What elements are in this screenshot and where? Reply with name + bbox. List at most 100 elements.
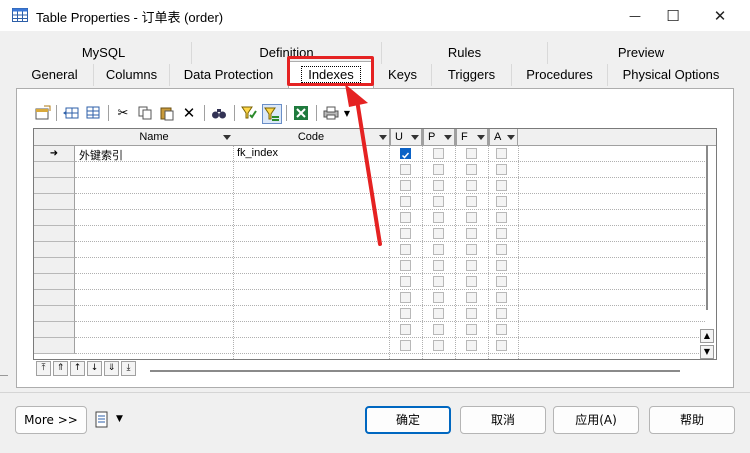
tab-columns[interactable]: Columns [94, 64, 170, 86]
table-row[interactable] [75, 210, 705, 226]
column-header-code[interactable]: Code [233, 129, 390, 146]
alternate-checkbox[interactable] [496, 148, 507, 159]
row-checkbox[interactable] [433, 228, 444, 239]
row-checkbox[interactable] [433, 212, 444, 223]
index-name-cell[interactable]: 外键索引 [79, 147, 123, 163]
chevron-down-icon[interactable] [507, 135, 515, 140]
row-checkbox[interactable] [400, 292, 411, 303]
move-top-icon[interactable]: ⤒ [36, 361, 51, 376]
column-header-name[interactable]: Name [75, 129, 234, 146]
row-checkbox[interactable] [466, 324, 477, 335]
options-menu-button[interactable]: ▼ [94, 411, 128, 431]
copy-icon[interactable] [136, 104, 154, 122]
filter-active-icon[interactable] [262, 104, 282, 124]
row-checkbox[interactable] [433, 180, 444, 191]
row-checkbox[interactable] [496, 260, 507, 271]
row-checkbox[interactable] [496, 244, 507, 255]
index-code-cell[interactable]: fk_index [237, 147, 278, 159]
table-row[interactable] [75, 338, 705, 354]
table-row[interactable] [75, 322, 705, 338]
column-header-primary[interactable]: P [422, 129, 455, 146]
row-header[interactable] [34, 338, 75, 354]
grid-horizontal-scrollbar[interactable] [150, 370, 680, 372]
row-checkbox[interactable] [400, 324, 411, 335]
tab-physical-options[interactable]: Physical Options [608, 64, 734, 86]
row-checkbox[interactable] [466, 276, 477, 287]
row-checkbox[interactable] [466, 244, 477, 255]
row-header[interactable] [34, 226, 75, 242]
row-checkbox[interactable] [400, 340, 411, 351]
apply-button[interactable]: 应用(A) [553, 406, 639, 434]
row-checkbox[interactable] [400, 196, 411, 207]
move-down-icon[interactable]: ↓ [87, 361, 102, 376]
chevron-down-icon[interactable] [477, 135, 485, 140]
column-header-alternate[interactable]: A [488, 129, 518, 146]
row-header[interactable] [34, 242, 75, 258]
move-page-up-icon[interactable]: ⇑ [53, 361, 68, 376]
table-row[interactable] [75, 178, 705, 194]
row-checkbox[interactable] [466, 196, 477, 207]
tab-triggers[interactable]: Triggers [432, 64, 512, 86]
table-row[interactable] [75, 306, 705, 322]
cancel-button[interactable]: 取消 [460, 406, 546, 434]
row-checkbox[interactable] [400, 212, 411, 223]
tab-general[interactable]: General [16, 64, 94, 86]
add-row-icon[interactable] [84, 104, 102, 122]
scroll-track[interactable] [706, 145, 708, 310]
tab-rules[interactable]: Rules [382, 42, 548, 64]
row-checkbox[interactable] [400, 260, 411, 271]
row-checkbox[interactable] [466, 212, 477, 223]
table-row[interactable] [75, 162, 705, 178]
row-checkbox[interactable] [466, 260, 477, 271]
tab-keys[interactable]: Keys [374, 64, 432, 86]
row-checkbox[interactable] [433, 196, 444, 207]
filter-icon[interactable] [240, 104, 258, 122]
tab-preview[interactable]: Preview [548, 42, 734, 64]
row-checkbox[interactable] [496, 276, 507, 287]
table-row[interactable] [75, 274, 705, 290]
help-button[interactable]: 帮助 [649, 406, 735, 434]
tab-mysql[interactable]: MySQL [16, 42, 192, 64]
primary-checkbox[interactable] [433, 148, 444, 159]
row-checkbox[interactable] [496, 324, 507, 335]
table-row[interactable]: 外键索引 fk_index [75, 146, 705, 162]
table-row[interactable] [75, 242, 705, 258]
row-checkbox[interactable] [400, 244, 411, 255]
row-header[interactable] [34, 322, 75, 338]
delete-icon[interactable]: ✕ [180, 104, 198, 122]
row-header[interactable] [34, 274, 75, 290]
paste-icon[interactable] [158, 104, 176, 122]
row-checkbox[interactable] [466, 340, 477, 351]
cut-icon[interactable]: ✂ [114, 104, 132, 122]
row-checkbox[interactable] [496, 212, 507, 223]
tab-procedures[interactable]: Procedures [512, 64, 608, 86]
chevron-down-icon[interactable] [444, 135, 452, 140]
row-header[interactable] [34, 290, 75, 306]
row-checkbox[interactable] [466, 228, 477, 239]
print-dropdown-icon[interactable]: ▼ [342, 104, 352, 122]
row-checkbox[interactable] [496, 164, 507, 175]
row-checkbox[interactable] [433, 324, 444, 335]
row-checkbox[interactable] [496, 308, 507, 319]
chevron-down-icon[interactable] [379, 135, 387, 140]
more-button[interactable]: More >> [15, 406, 87, 434]
table-row[interactable] [75, 226, 705, 242]
find-icon[interactable] [210, 104, 228, 122]
row-checkbox[interactable] [496, 340, 507, 351]
row-header[interactable] [34, 306, 75, 322]
row-checkbox[interactable] [496, 196, 507, 207]
move-up-icon[interactable]: ↑ [70, 361, 85, 376]
scroll-up-icon[interactable]: ▲ [700, 329, 714, 343]
table-row[interactable] [75, 194, 705, 210]
chevron-down-icon[interactable] [223, 135, 231, 140]
move-page-down-icon[interactable]: ⇓ [104, 361, 119, 376]
row-checkbox[interactable] [433, 164, 444, 175]
unique-checkbox[interactable] [400, 148, 411, 159]
row-checkbox[interactable] [466, 164, 477, 175]
row-checkbox[interactable] [433, 340, 444, 351]
row-checkbox[interactable] [433, 244, 444, 255]
row-header[interactable] [34, 178, 75, 194]
row-header-selected[interactable]: ➜ [34, 146, 75, 162]
row-header[interactable] [34, 210, 75, 226]
maximize-button[interactable]: ☐ [650, 0, 696, 31]
